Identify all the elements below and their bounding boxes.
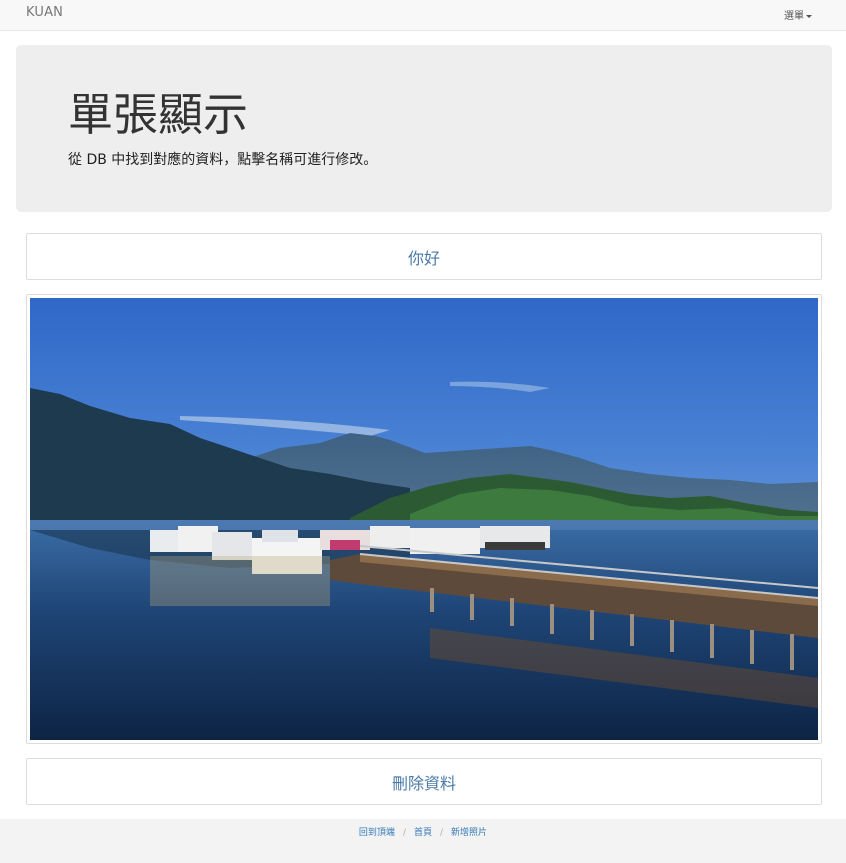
- jumbotron: 單張顯示 從 DB 中找到對應的資料，點擊名稱可進行修改。: [16, 45, 832, 212]
- caret-down-icon: [806, 14, 812, 18]
- record-name-button[interactable]: 你好: [26, 233, 822, 280]
- menu-dropdown-label: 選單: [784, 11, 804, 22]
- page-title: 單張顯示: [68, 88, 249, 141]
- brand-logo[interactable]: KUAN: [26, 5, 63, 20]
- delete-record-button[interactable]: 刪除資料: [26, 758, 822, 805]
- footer-breadcrumb: 回到頂端 / 首頁 / 新增照片: [0, 825, 846, 838]
- breadcrumb-separator: /: [402, 828, 406, 838]
- back-to-top-link[interactable]: 回到頂端: [359, 828, 395, 838]
- menu-dropdown[interactable]: 選單: [784, 7, 812, 22]
- photo-frame: [26, 294, 822, 744]
- home-link[interactable]: 首頁: [414, 828, 432, 838]
- navbar: KUAN 選單: [0, 0, 846, 31]
- lake-photo: [30, 298, 818, 740]
- breadcrumb-separator: /: [440, 828, 444, 838]
- footer: 回到頂端 / 首頁 / 新增照片: [0, 819, 846, 863]
- add-photo-link[interactable]: 新增照片: [451, 828, 487, 838]
- page-description: 從 DB 中找到對應的資料，點擊名稱可進行修改。: [68, 152, 378, 168]
